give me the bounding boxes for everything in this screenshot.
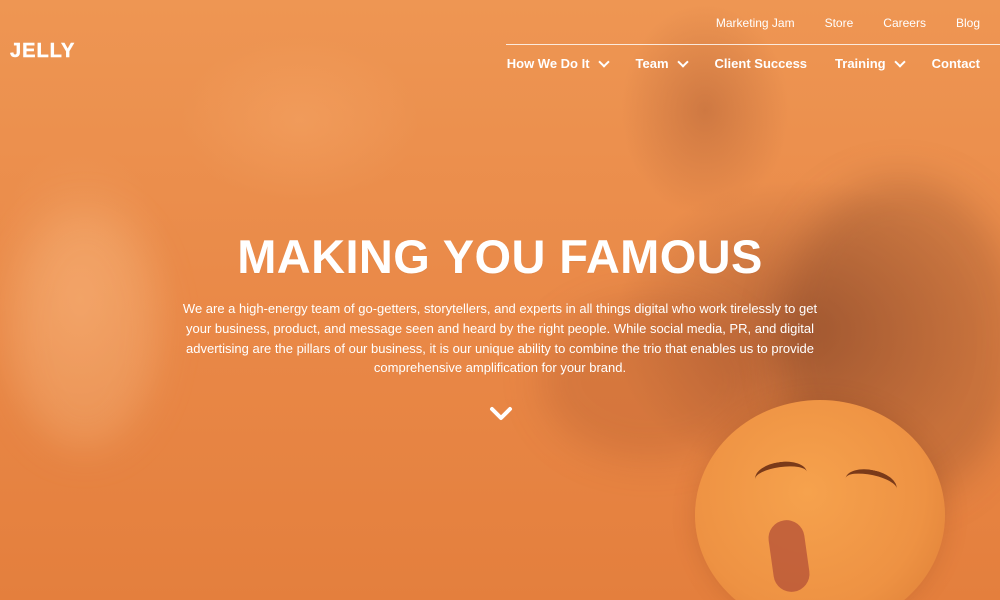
pillow-left-eye xyxy=(753,458,809,493)
chevron-down-icon xyxy=(893,56,906,68)
brand-logo[interactable]: JELLY xyxy=(10,40,75,63)
top-link-blog[interactable]: Blog xyxy=(956,16,980,30)
hero-description: We are a high-energy team of go-getters,… xyxy=(182,301,818,376)
hero-title: MAKING YOU FAMOUS xyxy=(237,230,763,284)
nav-team[interactable]: Team xyxy=(635,56,689,71)
pillow-right-eye xyxy=(842,464,900,503)
nav-divider xyxy=(506,44,1000,45)
top-link-marketing-jam[interactable]: Marketing Jam xyxy=(716,16,795,30)
nav-label: Contact xyxy=(931,56,980,71)
logo-text: JELLY xyxy=(10,40,76,62)
main-navigation: How We Do It Team Client Success Trainin… xyxy=(507,56,980,71)
top-links: Marketing Jam Store Careers Blog xyxy=(716,16,980,30)
scroll-down-button[interactable] xyxy=(489,402,513,426)
nav-label: Team xyxy=(635,56,669,71)
top-link-careers[interactable]: Careers xyxy=(883,16,926,30)
nav-contact[interactable]: Contact xyxy=(932,56,980,71)
nav-training[interactable]: Training xyxy=(835,56,906,71)
nav-client-success[interactable]: Client Success xyxy=(715,56,808,71)
chevron-down-icon xyxy=(597,56,610,68)
pillow-tongue xyxy=(766,517,812,595)
chevron-down-icon xyxy=(490,407,512,420)
nav-label: Client Success xyxy=(714,56,808,71)
nav-label: Training xyxy=(835,56,886,71)
nav-how-we-do-it[interactable]: How We Do It xyxy=(506,56,610,71)
nav-label: How We Do It xyxy=(506,56,590,71)
chevron-down-icon xyxy=(676,56,689,68)
top-link-store[interactable]: Store xyxy=(825,16,854,30)
